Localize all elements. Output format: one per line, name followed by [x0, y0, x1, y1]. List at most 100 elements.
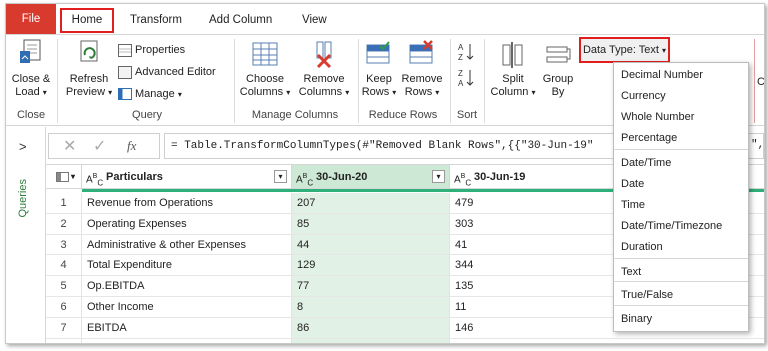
svg-text:A: A: [458, 43, 464, 52]
cell-particulars[interactable]: Revenue from Operations: [82, 193, 292, 214]
keep-rows-button[interactable]: Keep Rows ▾: [360, 39, 398, 99]
cancel-icon[interactable]: ✕: [63, 136, 76, 156]
cell-30-jun-20[interactable]: 9: [292, 338, 450, 343]
data-type-option-date-time-timezone[interactable]: Date/Time/Timezone: [621, 216, 722, 236]
data-type-option-binary[interactable]: Binary: [621, 309, 652, 329]
choose-columns-button[interactable]: Choose Columns ▾: [236, 39, 294, 99]
check-icon[interactable]: ✓: [93, 136, 106, 156]
caret-down-icon: ▾: [435, 88, 440, 97]
refresh-preview-button[interactable]: Refresh Preview ▾: [62, 39, 116, 99]
remove-columns-button[interactable]: Remove Columns ▾: [296, 39, 352, 99]
partial-ribbon-button[interactable]: C: [757, 73, 764, 91]
cell-particulars[interactable]: Total Expenditure: [82, 255, 292, 277]
remove-rows-button[interactable]: Remove Rows ▾: [400, 39, 444, 99]
data-type-dropdown[interactable]: Data Type: Text ▾: [579, 37, 670, 63]
tab-view[interactable]: View: [302, 10, 327, 30]
manage-button[interactable]: Manage ▾: [118, 85, 182, 103]
caret-down-icon: ▾: [345, 88, 350, 97]
tab-file[interactable]: File: [6, 4, 56, 34]
group-label-sort: Sort: [456, 109, 478, 121]
column-filter-dropdown[interactable]: ▾: [432, 170, 445, 183]
queries-pane: > Queries: [6, 127, 46, 343]
sort-descending-button[interactable]: Z A: [456, 67, 476, 93]
cell-particulars[interactable]: Administrative & other Expenses: [82, 234, 292, 256]
sort-ascending-button[interactable]: A Z: [456, 41, 476, 67]
row-number[interactable]: 5: [46, 276, 82, 297]
cell-30-jun-20[interactable]: 129: [292, 255, 450, 277]
close-and-load-button[interactable]: Close & Load ▾: [8, 39, 54, 99]
data-type-option-currency[interactable]: Currency: [621, 86, 666, 106]
row-number[interactable]: 7: [46, 317, 82, 339]
group-label-manage-columns: Manage Columns: [251, 109, 339, 121]
close-load-icon: [20, 39, 41, 63]
power-query-window: File Home Transform Add Column View Clos…: [5, 3, 765, 344]
row-number[interactable]: 3: [46, 234, 82, 256]
caret-down-icon: ▾: [531, 88, 536, 97]
keep-rows-icon: [366, 41, 390, 64]
row-number[interactable]: 6: [46, 297, 82, 318]
cell-particulars[interactable]: Interest Expenses: [82, 338, 292, 343]
caret-down-icon: ▾: [108, 88, 113, 97]
data-type-option-true-false[interactable]: True/False: [621, 285, 673, 305]
menu-separator: [614, 305, 748, 306]
caret-down-icon: ▾: [286, 88, 291, 97]
row-number[interactable]: 8: [46, 338, 82, 343]
data-type-option-duration[interactable]: Duration: [621, 237, 663, 257]
advanced-editor-button[interactable]: Advanced Editor: [118, 63, 216, 81]
group-by-button[interactable]: Group By: [540, 39, 576, 99]
tab-add-column[interactable]: Add Column: [209, 10, 272, 30]
row-number[interactable]: 4: [46, 255, 82, 277]
queries-pane-label[interactable]: Queries: [17, 179, 29, 218]
cell-particulars[interactable]: Other Income: [82, 297, 292, 318]
cell-30-jun-19[interactable]: 10: [450, 339, 764, 344]
group-divider: [754, 39, 755, 123]
formula-controls: ✕ ✓ fx: [48, 133, 160, 159]
data-type-option-time[interactable]: Time: [621, 195, 645, 215]
cell-30-jun-20[interactable]: 77: [292, 276, 450, 297]
group-label-reduce-rows: Reduce Rows: [368, 109, 438, 121]
cell-30-jun-20[interactable]: 8: [292, 297, 450, 318]
cell-particulars[interactable]: Operating Expenses: [82, 213, 292, 235]
group-divider: [358, 39, 359, 123]
formula-text: = Table.TransformColumnTypes(#"Removed B…: [171, 140, 594, 152]
svg-text:Z: Z: [458, 53, 463, 62]
tab-transform[interactable]: Transform: [130, 10, 182, 30]
caret-down-icon: ▾: [71, 172, 76, 181]
cell-30-jun-20[interactable]: 207: [292, 193, 450, 214]
split-column-button[interactable]: Split Column ▾: [490, 39, 536, 99]
row-number[interactable]: 2: [46, 213, 82, 235]
group-by-icon: [546, 46, 571, 63]
cell-30-jun-20[interactable]: 86: [292, 317, 450, 339]
data-type-option-whole-number[interactable]: Whole Number: [621, 107, 694, 127]
data-type-option-percentage[interactable]: Percentage: [621, 128, 677, 148]
split-column-icon: [502, 42, 523, 68]
svg-text:Z: Z: [458, 69, 463, 78]
cell-30-jun-20[interactable]: 85: [292, 213, 450, 235]
caret-down-icon: ▾: [177, 90, 182, 99]
cell-particulars[interactable]: Op.EBITDA: [82, 276, 292, 297]
properties-button[interactable]: Properties: [118, 41, 185, 59]
fx-icon[interactable]: fx: [127, 138, 136, 154]
column-filter-dropdown[interactable]: ▾: [274, 170, 287, 183]
row-number[interactable]: 1: [46, 193, 82, 214]
data-type-option-date-time[interactable]: Date/Time: [621, 153, 671, 173]
caret-down-icon: ▾: [42, 88, 47, 97]
choose-columns-icon: [252, 42, 278, 66]
column-header-30-jun-20[interactable]: ABC 30-Jun-20 ▾: [292, 165, 450, 189]
data-type-option-text[interactable]: Text: [621, 262, 641, 282]
group-label-query: Query: [132, 109, 162, 121]
group-label-close: Close: [16, 109, 46, 121]
column-header-particulars[interactable]: ABC Particulars ▾: [82, 165, 292, 189]
data-type-option-decimal-number[interactable]: Decimal Number: [621, 65, 703, 85]
tab-home[interactable]: Home: [60, 8, 114, 33]
data-type-menu: Decimal Number Currency Whole Number Percen…: [613, 62, 749, 332]
cell-30-jun-20[interactable]: 44: [292, 234, 450, 256]
properties-icon: [118, 43, 132, 57]
caret-down-icon: ▾: [392, 88, 397, 97]
formula-tail-text: ",: [751, 139, 765, 151]
cell-particulars[interactable]: EBITDA: [82, 317, 292, 339]
data-type-option-date[interactable]: Date: [621, 174, 644, 194]
table-menu-header[interactable]: ▾: [46, 165, 82, 189]
advanced-editor-icon: [118, 65, 132, 79]
chevron-right-icon[interactable]: >: [19, 139, 27, 154]
